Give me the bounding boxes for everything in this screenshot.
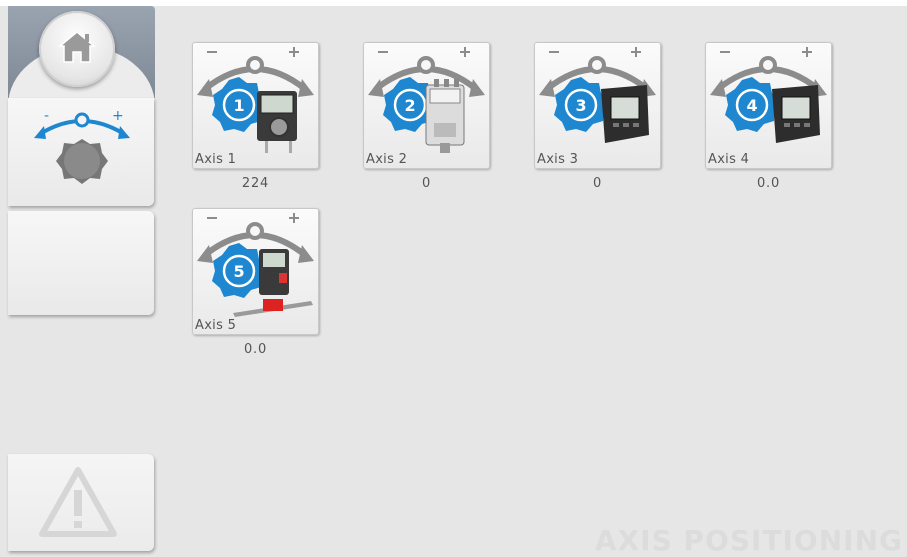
axis-value-5: 0.0 [243, 342, 268, 357]
axis-gear-icon: 4 [725, 77, 779, 132]
axis-tile-5[interactable]: 5 Axis 5 [192, 208, 319, 335]
empty-nav-slot[interactable] [8, 211, 154, 315]
device-image [425, 79, 465, 153]
home-button[interactable] [39, 11, 115, 87]
device-image [601, 85, 649, 143]
axis-tile-3[interactable]: 3 Axis 3 [534, 42, 661, 169]
home-icon [57, 29, 97, 69]
device-image [772, 85, 820, 143]
axis-gear-icon: 5 [212, 243, 266, 298]
axis-tile-1[interactable]: 1 Axis 1 [192, 42, 319, 169]
axis-label: Axis 1 [195, 152, 237, 167]
page-title: AXIS POSITIONING [594, 524, 903, 557]
axis-tile-2[interactable]: 2 Axis 2 [363, 42, 490, 169]
axis-positioning-nav[interactable]: - + [8, 98, 154, 206]
sidebar: - + [0, 6, 156, 551]
axis-number: 1 [233, 96, 244, 115]
axis-value-2: 0 [421, 176, 432, 191]
axis-knob-icon: - + [32, 106, 132, 205]
warning-icon [38, 466, 118, 542]
warning-nav[interactable] [8, 454, 154, 551]
axis-label: Axis 3 [537, 152, 579, 167]
axis-label: Axis 4 [708, 152, 750, 167]
device-image [257, 91, 297, 153]
axis-value-1: 224 [241, 176, 270, 191]
svg-text:+: + [112, 108, 124, 124]
axis-label: Axis 2 [366, 152, 408, 167]
svg-text:-: - [44, 108, 49, 124]
axis-tile-4[interactable]: 4 Axis 4 [705, 42, 832, 169]
axis-value-3: 0 [592, 176, 603, 191]
axis-label: Axis 5 [195, 318, 237, 333]
axis-number: 4 [746, 96, 757, 115]
axis-value-4: 0.0 [756, 176, 781, 191]
axis-number: 2 [404, 96, 415, 115]
axis-number: 5 [233, 262, 244, 281]
axis-gear-icon: 3 [554, 77, 608, 132]
axis-number: 3 [575, 96, 586, 115]
